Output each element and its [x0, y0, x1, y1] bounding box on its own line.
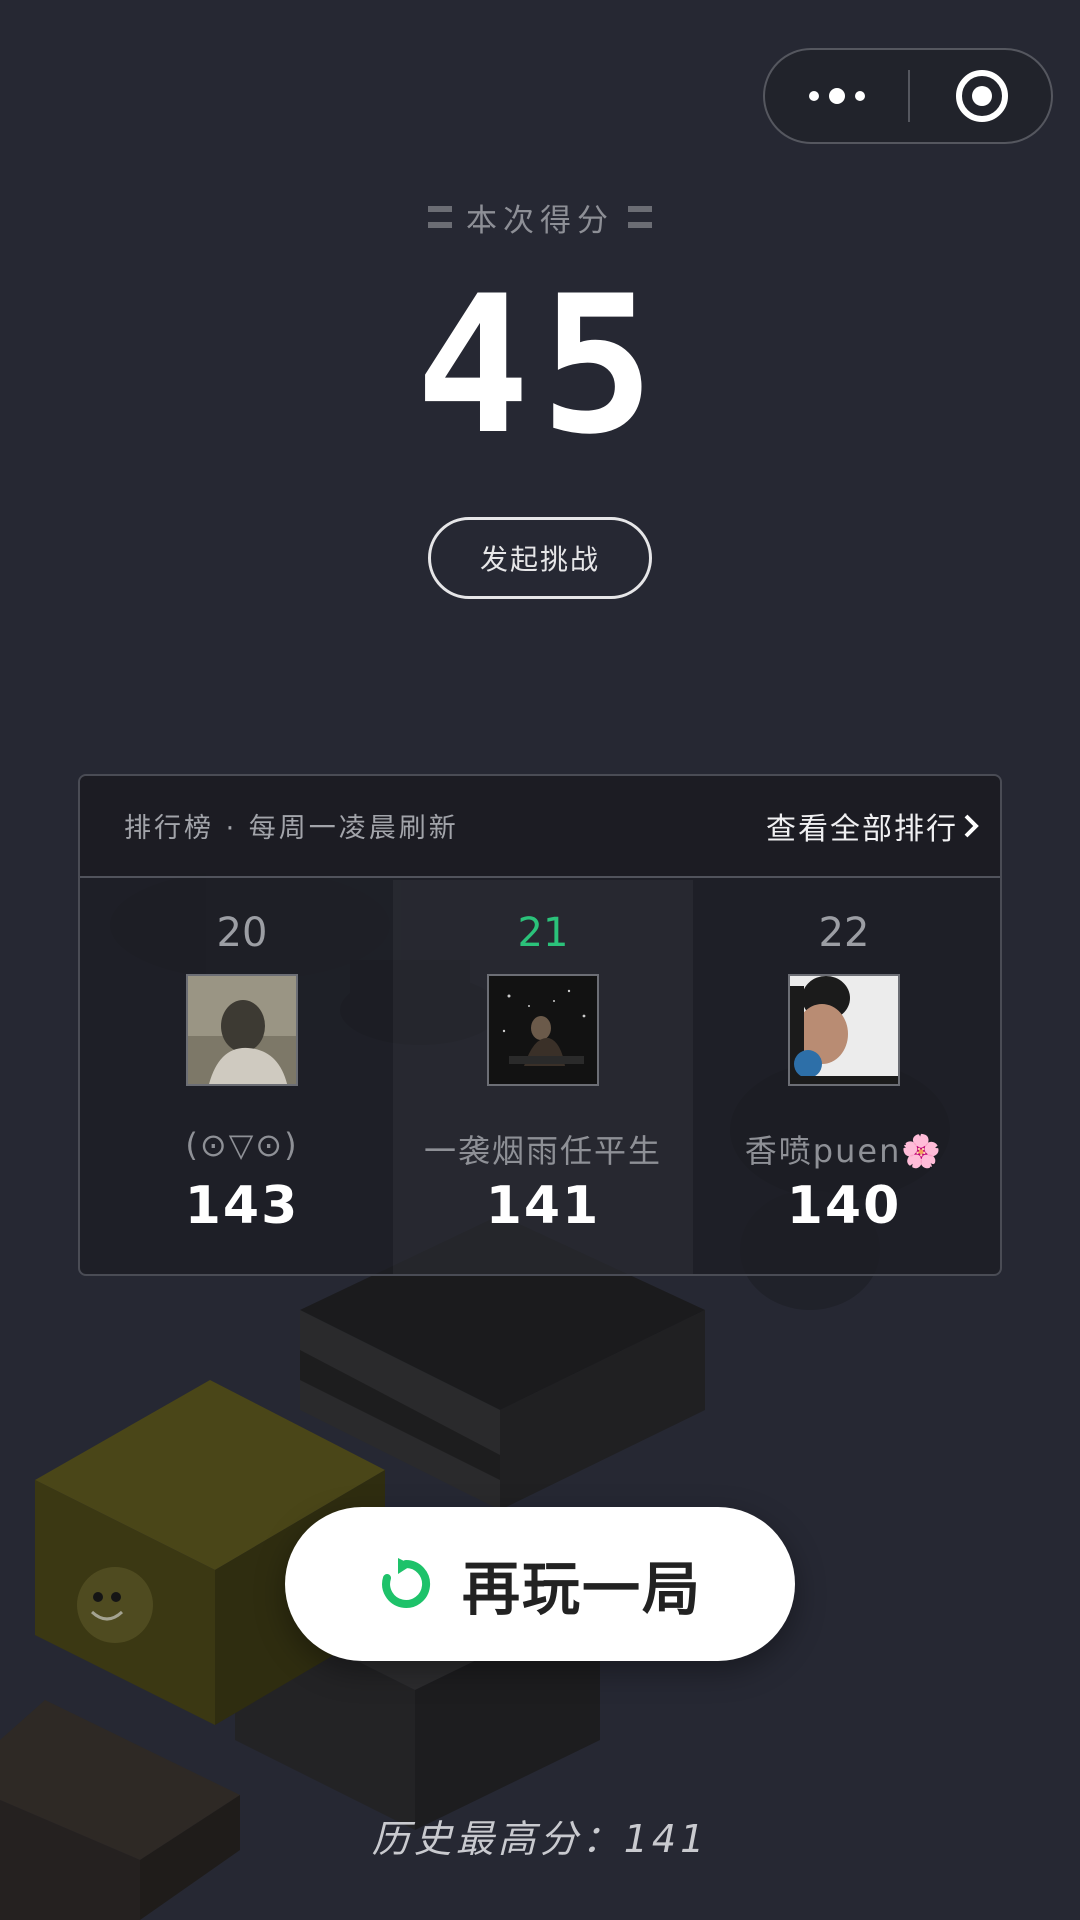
title-deco-left: [428, 206, 452, 228]
current-score: 45: [415, 255, 665, 476]
player-name: 一袭烟雨任平生: [423, 1132, 662, 1170]
player-name: (⊙▽⊙): [185, 1126, 299, 1164]
rank-number: 21: [517, 910, 569, 956]
challenge-button[interactable]: 发起挑战: [428, 517, 652, 599]
player-score: 141: [485, 1176, 601, 1236]
avatar: [487, 974, 599, 1086]
leaderboard-entry-current: 21 一袭烟雨任平生 141: [393, 880, 693, 1274]
miniprogram-capsule: [763, 48, 1053, 144]
title-deco-right: [628, 206, 652, 228]
target-circle-icon: [955, 70, 1008, 122]
replay-icon: [382, 1558, 430, 1608]
player-score: 140: [786, 1176, 902, 1236]
more-button[interactable]: [765, 50, 909, 142]
rank-number: 20: [216, 910, 268, 956]
view-all-rank-link[interactable]: 查看全部排行: [766, 804, 980, 848]
replay-button[interactable]: 再玩一局: [285, 1507, 795, 1661]
replay-label: 再玩一局: [461, 1555, 702, 1623]
leaderboard-entry: 20 (⊙▽⊙) 143: [92, 880, 392, 1274]
avatar: [186, 974, 298, 1086]
leaderboard-entry: 22 香喷puen🌸 140: [694, 880, 994, 1274]
chevron-right-icon: [964, 814, 979, 838]
leaderboard-panel: 排行榜 · 每周一凌晨刷新 查看全部排行 20 (⊙▽⊙) 143 21 一袭烟…: [78, 774, 1002, 1276]
avatar: [788, 974, 900, 1086]
leaderboard-header: 排行榜 · 每周一凌晨刷新 查看全部排行: [80, 776, 1000, 878]
leaderboard-title: 排行榜 · 每周一凌晨刷新: [124, 813, 459, 844]
player-score: 143: [184, 1176, 300, 1236]
best-score-text: 历史最高分：141: [371, 1817, 709, 1861]
close-button[interactable]: [910, 50, 1053, 142]
more-dots-icon: [809, 88, 865, 104]
score-title: 本次得分: [0, 192, 1080, 242]
view-all-label: 查看全部排行: [766, 812, 958, 847]
player-name: 香喷puen🌸: [744, 1132, 944, 1170]
score-title-text: 本次得分: [466, 202, 614, 239]
rank-number: 22: [818, 910, 870, 956]
